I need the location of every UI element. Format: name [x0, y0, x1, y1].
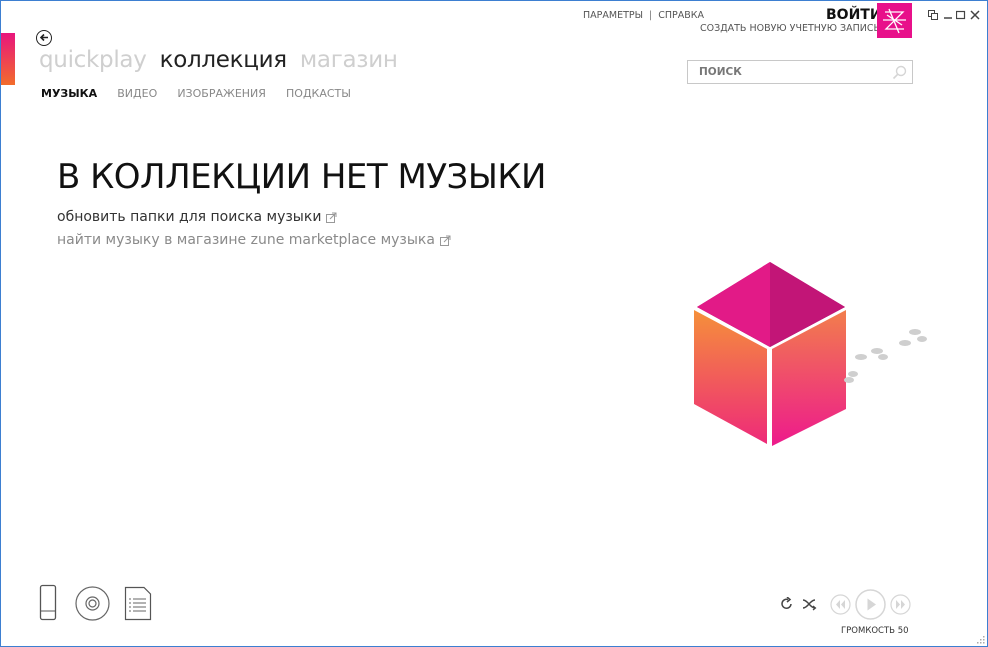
avatar[interactable] — [877, 3, 912, 38]
next-icon[interactable] — [890, 594, 911, 615]
accent-strip — [1, 33, 15, 85]
magnifier-icon[interactable] — [891, 64, 908, 81]
sign-in-link[interactable]: ВОЙТИ — [826, 7, 882, 23]
settings-link[interactable]: ПАРАМЕТРЫ — [583, 10, 643, 21]
back-arrow-icon — [39, 33, 48, 42]
close-button[interactable] — [970, 10, 980, 22]
empty-collection-title: В КОЛЛЕКЦИИ НЕТ МУЗЫКИ — [57, 157, 546, 197]
app-window: quickplay коллекция магазин МУЗЫКА ВИДЕО… — [0, 0, 988, 647]
pivot-nav: quickplay коллекция магазин — [39, 47, 406, 73]
device-icon[interactable] — [39, 584, 57, 621]
update-folders-link[interactable]: обновить папки для поиска музыки — [57, 209, 337, 225]
external-link-icon — [439, 235, 451, 246]
mini-mode-icon — [928, 10, 938, 20]
sub-nav: МУЗЫКА ВИДЕО ИЗОБРАЖЕНИЯ ПОДКАСТЫ — [41, 82, 366, 101]
zune-logo-icon — [883, 8, 906, 34]
mini-mode-button[interactable] — [928, 10, 938, 22]
empty-box-illustration — [694, 262, 927, 446]
marketplace-label: найти музыку в магазине zune marketplace… — [57, 232, 435, 248]
volume-label[interactable]: ГРОМКОСТЬ 50 — [841, 626, 909, 636]
pivot-collection[interactable]: коллекция — [160, 47, 287, 73]
subnav-music[interactable]: МУЗЫКА — [41, 87, 97, 100]
help-link[interactable]: СПРАВКА — [658, 10, 704, 21]
shuffle-icon[interactable] — [802, 597, 817, 611]
minimize-icon — [944, 17, 952, 19]
disc-icon[interactable] — [75, 586, 110, 621]
subnav-podcasts[interactable]: ПОДКАСТЫ — [286, 87, 351, 100]
playlist-icon[interactable] — [124, 586, 152, 621]
pivot-marketplace[interactable]: магазин — [300, 47, 398, 73]
close-icon — [970, 10, 980, 20]
subnav-pictures[interactable]: ИЗОБРАЖЕНИЯ — [177, 87, 266, 100]
subnav-video[interactable]: ВИДЕО — [117, 87, 157, 100]
play-icon[interactable] — [855, 589, 886, 620]
repeat-icon[interactable] — [780, 597, 794, 611]
create-account-link[interactable]: СОЗДАТЬ НОВУЮ УЧЕТНУЮ ЗАПИСЬ — [700, 23, 880, 34]
back-button[interactable] — [36, 30, 52, 46]
search-input[interactable] — [697, 65, 881, 79]
maximize-icon — [955, 10, 966, 20]
top-links: ПАРАМЕТРЫ | СПРАВКА — [583, 10, 704, 21]
maximize-button[interactable] — [955, 10, 966, 22]
search-box — [687, 60, 913, 84]
marketplace-link[interactable]: найти музыку в магазине zune marketplace… — [57, 232, 451, 248]
pivot-quickplay[interactable]: quickplay — [39, 47, 147, 73]
previous-icon[interactable] — [830, 594, 851, 615]
minimize-button[interactable] — [943, 10, 953, 22]
resize-grip-icon[interactable] — [975, 634, 985, 644]
external-link-icon — [326, 212, 337, 223]
update-folders-label: обновить папки для поиска музыки — [57, 209, 322, 225]
link-separator: | — [648, 10, 653, 21]
